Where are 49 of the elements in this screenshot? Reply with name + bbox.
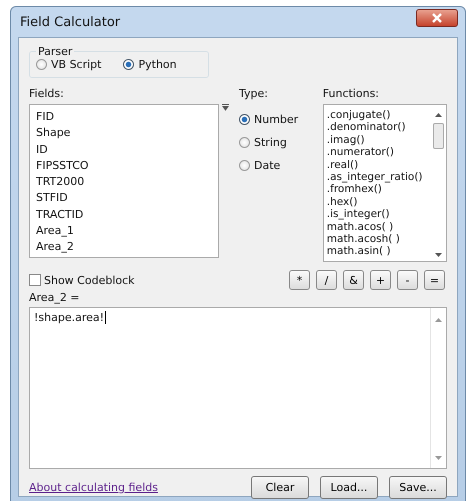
functions-label: Functions: [322, 87, 380, 100]
field-item[interactable]: STFID [36, 190, 218, 207]
function-item[interactable]: .numerator() [326, 146, 432, 159]
sort-icon[interactable] [222, 104, 230, 111]
dialog-button[interactable]: Load... [320, 476, 378, 499]
close-icon [431, 13, 443, 23]
function-item[interactable]: .fromhex() [326, 183, 432, 196]
radio-option[interactable]: VB Script [36, 58, 102, 71]
down-arrow-icon[interactable] [435, 253, 442, 257]
radio-option[interactable]: Date [239, 159, 323, 172]
function-item[interactable]: .conjugate() [326, 109, 432, 122]
operator-button[interactable]: - [397, 270, 418, 290]
operator-button[interactable]: + [370, 270, 391, 290]
field-item[interactable]: Area_2 [36, 239, 218, 256]
operator-button[interactable]: & [343, 270, 364, 290]
up-arrow-icon[interactable] [435, 113, 442, 117]
operator-button[interactable]: * [289, 270, 310, 290]
expression-label: Area_2 = [29, 291, 81, 304]
dialog-button[interactable]: Clear [251, 476, 309, 499]
close-button[interactable] [416, 9, 458, 27]
function-item[interactable]: .imag() [326, 134, 432, 146]
function-item[interactable]: .real() [326, 158, 432, 172]
dialog-button[interactable]: Save... [389, 476, 447, 499]
field-item[interactable]: Area_1 [36, 223, 218, 240]
type-label: Type: [239, 87, 269, 100]
field-item[interactable]: Shape [36, 125, 218, 142]
operator-button[interactable]: / [316, 270, 337, 290]
function-item[interactable]: .is_integer() [326, 208, 432, 221]
radio-option[interactable]: String [239, 136, 323, 149]
field-item[interactable]: TRACTID [36, 206, 218, 224]
function-item[interactable]: .hex() [326, 196, 432, 208]
function-item[interactable]: math.acosh( ) [326, 233, 432, 246]
scroll-thumb[interactable] [433, 123, 444, 149]
function-item[interactable]: .as_integer_ratio() [326, 171, 432, 184]
radio-option[interactable]: Python [123, 58, 177, 71]
help-link[interactable]: About calculating fields [29, 481, 158, 494]
window-title: Field Calculator [19, 14, 120, 30]
function-item[interactable]: .denominator() [326, 121, 432, 134]
field-item[interactable]: FID [36, 109, 218, 126]
field-item[interactable]: FIPSSTCO [36, 158, 218, 174]
radio-option[interactable]: Number [239, 113, 323, 126]
group-label: Parser [37, 45, 74, 58]
show-codeblock-checkbox[interactable]: Show Codeblock [29, 274, 135, 286]
function-item[interactable]: math.asin( ) [326, 245, 432, 258]
field-item[interactable]: TRT2000 [36, 174, 218, 190]
fields-label: Fields: [29, 87, 65, 100]
function-item[interactable]: math.acos( ) [326, 220, 432, 234]
field-item[interactable]: ID [36, 142, 218, 158]
operator-button[interactable]: = [424, 270, 445, 290]
